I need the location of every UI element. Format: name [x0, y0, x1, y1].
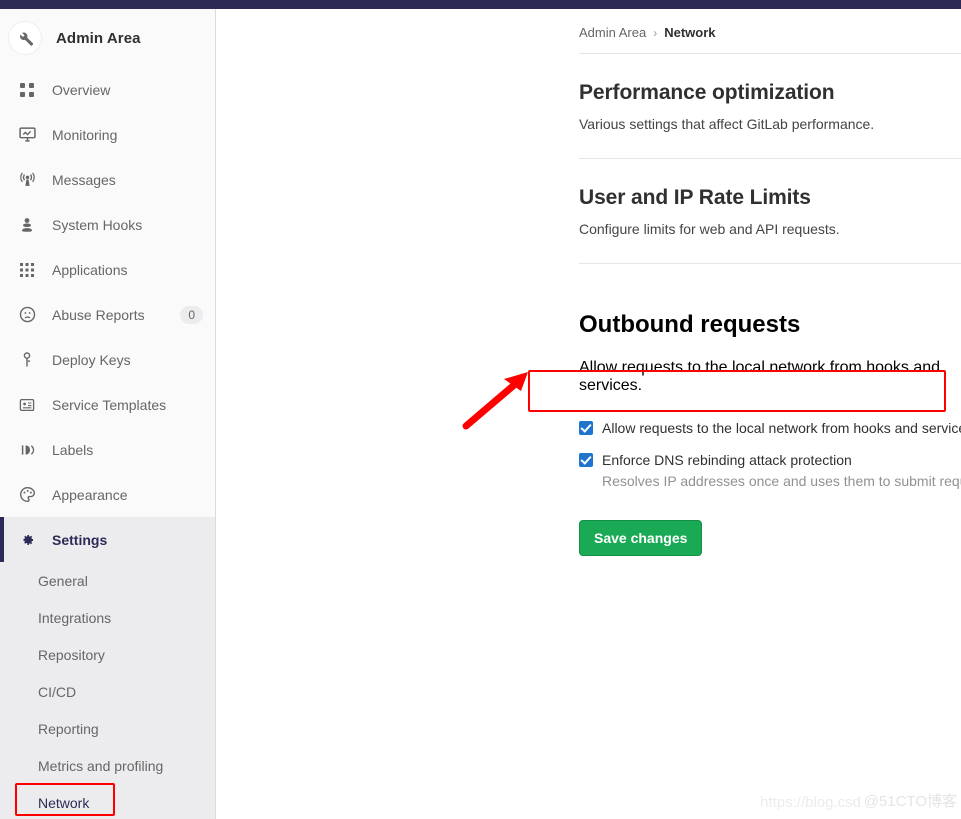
- section-title: User and IP Rate Limits: [579, 186, 811, 209]
- sidebar-item-messages[interactable]: Messages: [0, 157, 215, 202]
- subnav-item-label: Network: [38, 794, 90, 811]
- allow-local-network-label[interactable]: Allow requests to the local network from…: [602, 419, 961, 437]
- abuse-icon: [18, 306, 36, 324]
- abuse-reports-count-badge: 0: [180, 305, 203, 324]
- grid-icon: [18, 81, 36, 99]
- sidebar-item-label: Applications: [52, 261, 128, 278]
- subnav-item-label: Reporting: [38, 720, 99, 737]
- sidebar-item-monitoring[interactable]: Monitoring: [0, 112, 215, 157]
- sidebar-item-label: Overview: [52, 81, 111, 98]
- wrench-icon: [8, 21, 42, 55]
- sidebar-item-overview[interactable]: Overview: [0, 67, 215, 112]
- sidebar-item-label: Settings: [52, 531, 108, 548]
- admin-sidebar: Admin Area Overview Monitoring Messages …: [0, 9, 216, 819]
- subnav-item-label: General: [38, 572, 88, 589]
- sidebar-title: Admin Area: [56, 29, 141, 47]
- sidebar-header[interactable]: Admin Area: [0, 9, 215, 67]
- hook-icon: [18, 216, 36, 234]
- sidebar-item-label: Abuse Reports: [52, 306, 145, 323]
- sidebar-nav-list: Overview Monitoring Messages System Hook…: [0, 67, 215, 562]
- breadcrumb: Admin Area › Network: [579, 9, 961, 40]
- subnav-item-metrics-and-profiling[interactable]: Metrics and profiling: [0, 747, 215, 784]
- subnav-item-label: CI/CD: [38, 683, 77, 700]
- save-changes-button[interactable]: Save changes: [579, 519, 703, 556]
- section-performance-optimization: Performance optimization Various setting…: [579, 54, 961, 159]
- section-outbound-requests: Outbound requests Allow requests to the …: [579, 264, 961, 556]
- sidebar-item-label: Deploy Keys: [52, 351, 131, 368]
- sidebar-item-label: System Hooks: [52, 216, 143, 233]
- outbound-checkbox-group: Allow requests to the local network from…: [579, 419, 961, 489]
- sidebar-item-appearance[interactable]: Appearance: [0, 472, 215, 517]
- chevron-right-icon: ›: [653, 25, 658, 40]
- main-content: Admin Area › Network Performance optimiz…: [217, 9, 961, 819]
- dns-rebinding-label[interactable]: Enforce DNS rebinding attack protection: [602, 451, 852, 469]
- sidebar-item-label: Messages: [52, 171, 116, 188]
- section-description: Allow requests to the local network from…: [579, 358, 941, 394]
- sidebar-item-service-templates[interactable]: Service Templates: [0, 382, 215, 427]
- dns-rebinding-help-text: Resolves IP addresses once and uses them…: [602, 472, 961, 489]
- breadcrumb-root[interactable]: Admin Area: [579, 25, 646, 40]
- apps-icon: [18, 261, 36, 279]
- sidebar-item-deploy-keys[interactable]: Deploy Keys: [0, 337, 215, 382]
- subnav-item-repository[interactable]: Repository: [0, 636, 215, 673]
- section-user-and-ip-rate-limits: User and IP Rate Limits Configure limits…: [579, 159, 961, 264]
- allow-local-network-checkbox[interactable]: [579, 420, 593, 435]
- subnav-item-label: Repository: [38, 646, 105, 663]
- sidebar-item-system-hooks[interactable]: System Hooks: [0, 202, 215, 247]
- section-description: Various settings that affect GitLab perf…: [579, 116, 875, 132]
- subnav-item-integrations[interactable]: Integrations: [0, 599, 215, 636]
- sidebar-item-applications[interactable]: Applications: [0, 247, 215, 292]
- template-icon: [18, 396, 36, 414]
- subnav-item-cicd[interactable]: CI/CD: [0, 673, 215, 710]
- palette-icon: [18, 486, 36, 504]
- labels-icon: [18, 441, 36, 459]
- subnav-item-general[interactable]: General: [0, 562, 215, 599]
- dns-rebinding-checkbox[interactable]: [579, 452, 593, 467]
- breadcrumb-current: Network: [664, 25, 716, 40]
- admin-settings-page: Admin Area Overview Monitoring Messages …: [0, 0, 961, 819]
- sidebar-item-label: Labels: [52, 441, 94, 458]
- sidebar-item-label: Appearance: [52, 486, 128, 503]
- settings-subnav: General Integrations Repository CI/CD Re…: [0, 562, 215, 819]
- gear-icon: [18, 531, 36, 549]
- broadcast-icon: [18, 171, 36, 189]
- sidebar-item-label: Monitoring: [52, 126, 118, 143]
- checkbox-row-allow-local-network[interactable]: Allow requests to the local network from…: [579, 419, 961, 437]
- monitor-icon: [18, 126, 36, 144]
- sidebar-item-settings[interactable]: Settings: [0, 517, 215, 562]
- subnav-item-network[interactable]: Network: [0, 784, 215, 819]
- subnav-item-label: Metrics and profiling: [38, 757, 164, 774]
- section-title: Performance optimization: [579, 81, 835, 104]
- subnav-item-reporting[interactable]: Reporting: [0, 710, 215, 747]
- subnav-item-label: Integrations: [38, 609, 112, 626]
- sidebar-item-label: Service Templates: [52, 396, 167, 413]
- top-navigation-bar: [0, 0, 961, 9]
- section-title: Outbound requests: [579, 310, 801, 338]
- sidebar-item-abuse-reports[interactable]: Abuse Reports 0: [0, 292, 215, 337]
- checkbox-row-dns-rebinding[interactable]: Enforce DNS rebinding attack protection: [579, 451, 961, 469]
- section-description: Configure limits for web and API request…: [579, 221, 840, 237]
- sidebar-item-labels[interactable]: Labels: [0, 427, 215, 472]
- key-icon: [18, 351, 36, 369]
